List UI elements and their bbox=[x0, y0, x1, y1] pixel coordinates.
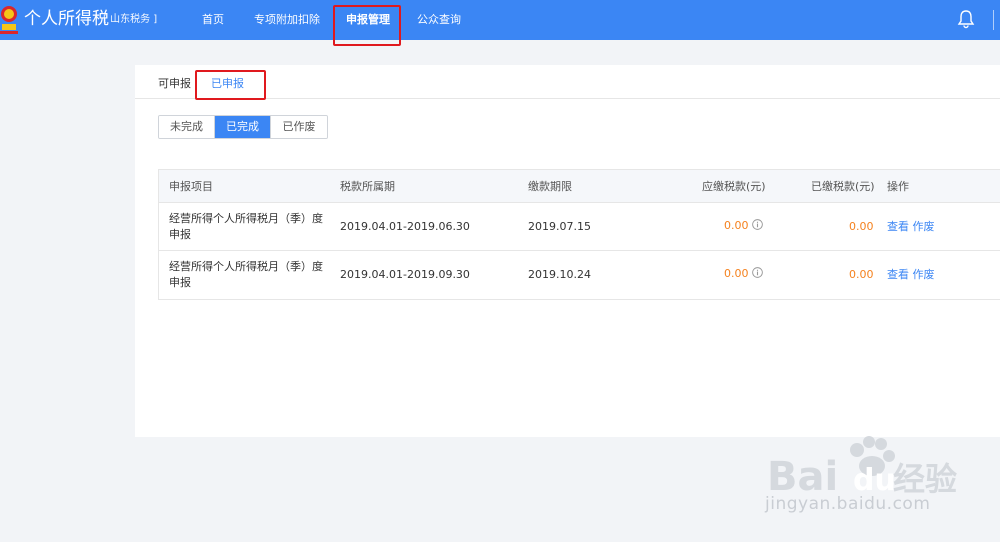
info-icon[interactable] bbox=[751, 219, 763, 230]
nav-special-deduction[interactable]: 专项附加扣除 bbox=[254, 12, 320, 28]
emblem-icon bbox=[0, 6, 18, 34]
cell-tax-due: 0.00 bbox=[724, 218, 763, 234]
th-item: 申报项目 bbox=[169, 180, 213, 193]
cell-item: 经营所得个人所得税月（季）度申报 bbox=[169, 212, 323, 241]
nav-highlight-box bbox=[333, 5, 401, 46]
cell-period: 2019.04.01-2019.06.30 bbox=[340, 220, 470, 233]
info-icon[interactable] bbox=[751, 267, 763, 278]
cell-tax-paid: 0.00 bbox=[849, 268, 874, 281]
top-bar: 个人所得税 [ 山东税务 ] 首页 专项附加扣除 申报管理 公众查询 bbox=[0, 0, 1000, 40]
region-label: [ 山东税务 ] bbox=[103, 14, 158, 25]
th-tax-paid: 已缴税款(元) bbox=[811, 180, 875, 193]
nav-home[interactable]: 首页 bbox=[202, 12, 224, 28]
header-divider bbox=[993, 10, 994, 30]
cell-item: 经营所得个人所得税月（季）度申报 bbox=[169, 260, 323, 289]
bell-icon[interactable] bbox=[957, 9, 975, 29]
svg-text:du: du bbox=[853, 463, 896, 498]
view-link[interactable]: 查看 bbox=[887, 268, 909, 281]
filter-incomplete[interactable]: 未完成 bbox=[159, 116, 215, 138]
th-period: 税款所属期 bbox=[340, 180, 395, 193]
nav-public-query[interactable]: 公众查询 bbox=[417, 12, 461, 28]
main-panel: 可申报 已申报 未完成 已完成 已作废 申报项目 税款所属期 缴款期限 应缴税款… bbox=[135, 65, 1000, 437]
void-link[interactable]: 作废 bbox=[913, 268, 935, 281]
app-title: 个人所得税 bbox=[24, 9, 109, 29]
cell-tax-due: 0.00 bbox=[724, 266, 763, 282]
tax-due-value: 0.00 bbox=[724, 219, 749, 232]
tab-declarable[interactable]: 可申报 bbox=[158, 77, 191, 91]
cell-deadline: 2019.10.24 bbox=[528, 268, 591, 281]
table-header: 申报项目 税款所属期 缴款期限 应缴税款(元) 已缴税款(元) 操作 bbox=[159, 170, 1000, 203]
cell-period: 2019.04.01-2019.09.30 bbox=[340, 268, 470, 281]
tab-highlight-box bbox=[195, 70, 266, 100]
status-filter: 未完成 已完成 已作废 bbox=[158, 115, 328, 139]
table-row: 经营所得个人所得税月（季）度申报 2019.04.01-2019.06.30 2… bbox=[159, 203, 1000, 251]
declaration-table: 申报项目 税款所属期 缴款期限 应缴税款(元) 已缴税款(元) 操作 经营所得个… bbox=[158, 169, 1000, 300]
tax-due-value: 0.00 bbox=[724, 267, 749, 280]
view-link[interactable]: 查看 bbox=[887, 220, 909, 233]
cell-actions: 查看 作废 bbox=[887, 219, 935, 235]
filter-completed[interactable]: 已完成 bbox=[215, 116, 271, 138]
cell-tax-paid: 0.00 bbox=[849, 220, 874, 233]
svg-text:经验: 经验 bbox=[893, 460, 957, 498]
th-actions: 操作 bbox=[887, 180, 909, 193]
watermark-url: jingyan.baidu.com bbox=[765, 494, 931, 514]
void-link[interactable]: 作废 bbox=[913, 220, 935, 233]
th-tax-due: 应缴税款(元) bbox=[702, 180, 766, 193]
cell-deadline: 2019.07.15 bbox=[528, 220, 591, 233]
cell-actions: 查看 作废 bbox=[887, 267, 935, 283]
th-deadline: 缴款期限 bbox=[528, 180, 572, 193]
table-row: 经营所得个人所得税月（季）度申报 2019.04.01-2019.09.30 2… bbox=[159, 251, 1000, 299]
filter-voided[interactable]: 已作废 bbox=[271, 116, 327, 138]
